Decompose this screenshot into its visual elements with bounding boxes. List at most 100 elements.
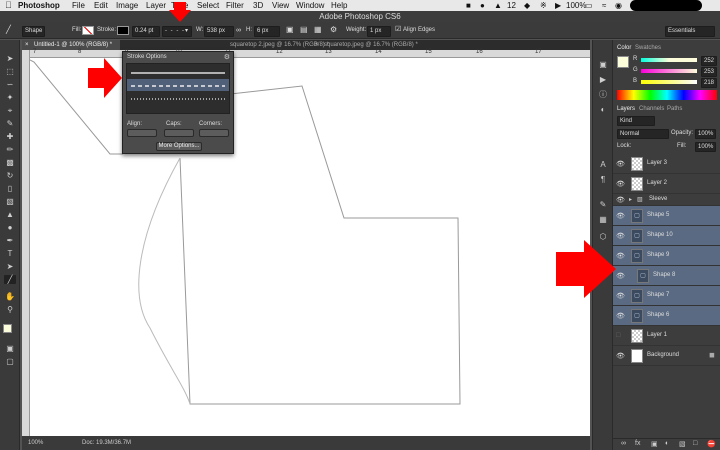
crop-tool-icon[interactable]: ⌖ <box>4 106 16 115</box>
healing-tool-icon[interactable]: ✚ <box>4 132 16 141</box>
screen-mode-icon[interactable]: ▢ <box>4 357 16 366</box>
move-tool-icon[interactable]: ➤ <box>4 54 16 63</box>
type-tool-icon[interactable]: T <box>4 249 16 258</box>
quick-mask-icon[interactable]: ▣ <box>4 344 16 353</box>
gear-icon[interactable]: ⚙ <box>330 25 337 34</box>
canvas-artwork[interactable] <box>30 58 590 436</box>
h-field[interactable]: 6 px <box>254 26 280 37</box>
color-panel-fg-swatch[interactable] <box>617 56 629 68</box>
link-layers-icon[interactable]: ∞ <box>621 440 626 447</box>
layer-row-background[interactable]: 👁 Background ◼ <box>613 346 720 366</box>
stroke-solid-option[interactable] <box>127 66 229 78</box>
eye-icon[interactable]: 👁 <box>616 160 625 168</box>
menu-image[interactable]: Image <box>116 0 138 11</box>
stroke-width-field[interactable]: 0.24 pt <box>132 26 160 37</box>
stroke-type-dropdown[interactable]: - - - -▾ <box>162 26 192 37</box>
new-group-icon[interactable]: ▧ <box>679 440 686 448</box>
g-slider[interactable] <box>641 69 697 73</box>
brush-panel-icon[interactable]: ✎ <box>597 200 609 209</box>
layer-row-shape-5[interactable]: 👁 ▢ Shape 5 <box>613 206 720 226</box>
character-panel-icon[interactable]: A <box>597 160 609 169</box>
b-value[interactable]: 218 <box>701 78 718 88</box>
new-layer-icon[interactable]: □ <box>693 440 697 447</box>
bluetooth-icon[interactable]: ※ <box>540 0 547 11</box>
layer-row-layer-3[interactable]: 👁 Layer 3 <box>613 154 720 174</box>
tab-channels[interactable]: Channels <box>639 105 664 114</box>
eye-icon[interactable]: 👁 <box>616 196 625 204</box>
w-field[interactable]: 538 px <box>204 26 234 37</box>
layer-row-shape-7[interactable]: 👁 ▢ Shape 7 <box>613 286 720 306</box>
eye-icon[interactable]: 👁 <box>616 180 625 188</box>
menu-layer[interactable]: Layer <box>146 0 166 11</box>
popup-gear-icon[interactable]: ⚙ <box>224 53 230 61</box>
dodge-tool-icon[interactable]: ● <box>4 223 16 232</box>
menu-3d[interactable]: 3D <box>253 0 263 11</box>
lasso-tool-icon[interactable]: ∽ <box>4 80 16 89</box>
corners-dropdown[interactable] <box>199 129 229 137</box>
eye-icon[interactable]: 👁 <box>616 272 625 280</box>
status-icon-3[interactable]: ▲ <box>494 0 502 11</box>
eye-icon[interactable]: 👁 <box>616 292 625 300</box>
menu-help[interactable]: Help <box>331 0 347 11</box>
fx-icon[interactable]: fx <box>635 440 640 447</box>
marquee-tool-icon[interactable]: ⬚ <box>4 67 16 76</box>
b-slider[interactable] <box>641 80 697 84</box>
brush-tool-icon[interactable]: ✏ <box>4 145 16 154</box>
hand-tool-icon[interactable]: ✋ <box>4 292 16 301</box>
trash-icon[interactable]: ⛔ <box>707 440 716 448</box>
zoom-level[interactable]: 100% <box>28 436 43 450</box>
blur-tool-icon[interactable]: ▲ <box>4 210 16 219</box>
wifi-icon[interactable]: ≈ <box>602 0 606 11</box>
tab-paths[interactable]: Paths <box>667 105 682 114</box>
status-icon-2[interactable]: ● <box>480 0 485 11</box>
eye-icon[interactable]: 👁 <box>616 232 625 240</box>
path-arrange-icon[interactable]: ▦ <box>314 25 322 34</box>
layer-row-shape-9[interactable]: 👁 ▢ Shape 9 <box>613 246 720 266</box>
adjustment-icon[interactable]: ◐ <box>665 440 669 447</box>
menu-app-name[interactable]: Photoshop <box>18 0 60 11</box>
eye-icon[interactable]: 👁 <box>616 252 625 260</box>
menu-window[interactable]: Window <box>296 0 324 11</box>
layer-row-shape-6[interactable]: 👁 ▢ Shape 6 <box>613 306 720 326</box>
menu-view[interactable]: View <box>272 0 289 11</box>
tool-preset-icon[interactable]: ╱ <box>6 25 11 34</box>
weight-field[interactable]: 1 px <box>367 26 391 37</box>
line-tool-icon[interactable]: ╱ <box>4 275 16 284</box>
fill-swatch[interactable] <box>82 26 94 35</box>
stroke-dashed-option[interactable] <box>127 79 229 91</box>
layer-row-layer-2[interactable]: 👁 Layer 2 <box>613 174 720 194</box>
layer-filter-kind[interactable]: Kind <box>617 116 655 126</box>
status-icon-4[interactable]: ◆ <box>524 0 530 11</box>
more-options-button[interactable]: More Options... <box>156 142 202 151</box>
blend-mode-select[interactable]: Normal <box>617 129 669 139</box>
pen-tool-icon[interactable]: ✒ <box>4 236 16 245</box>
layer-row-shape-10[interactable]: 👁 ▢ Shape 10 <box>613 226 720 246</box>
zoom-tool-icon[interactable]: ⚲ <box>4 305 16 314</box>
path-align-icon[interactable]: ▤ <box>300 25 308 34</box>
tab-close-icon[interactable]: × <box>315 40 319 50</box>
menu-filter[interactable]: Filter <box>226 0 244 11</box>
volume-icon[interactable]: ▶ <box>555 0 561 11</box>
group-expand-icon[interactable]: ▸ <box>629 196 632 203</box>
color-spectrum[interactable] <box>617 90 717 100</box>
apple-icon[interactable]:  <box>5 0 12 11</box>
align-dropdown[interactable] <box>127 129 157 137</box>
paragraph-panel-icon[interactable]: ¶ <box>597 175 609 184</box>
ruler-vertical[interactable] <box>22 50 30 436</box>
stamp-tool-icon[interactable]: ▩ <box>4 158 16 167</box>
layer-row-shape-8[interactable]: 👁 ▢ Shape 8 <box>613 266 720 286</box>
quick-select-tool-icon[interactable]: ✦ <box>4 93 16 102</box>
foreground-color-swatch[interactable] <box>3 324 12 333</box>
menu-file[interactable]: File <box>72 0 85 11</box>
menu-select[interactable]: Select <box>197 0 219 11</box>
history-panel-icon[interactable]: ▣ <box>597 60 609 69</box>
tab-close-icon[interactable]: × <box>25 40 29 50</box>
eraser-tool-icon[interactable]: ▯ <box>4 184 16 193</box>
mask-icon[interactable]: ▣ <box>651 440 658 448</box>
actions-panel-icon[interactable]: ▶ <box>597 75 609 84</box>
status-icon-1[interactable]: ■ <box>466 0 471 11</box>
layer-row-layer-1[interactable]: □ Layer 1 <box>613 326 720 346</box>
fill-field[interactable]: 100% <box>695 142 717 152</box>
ruler-horizontal[interactable]: 7 8 9 10 11 12 13 14 15 16 17 <box>30 49 590 58</box>
gradient-tool-icon[interactable]: ▧ <box>4 197 16 206</box>
